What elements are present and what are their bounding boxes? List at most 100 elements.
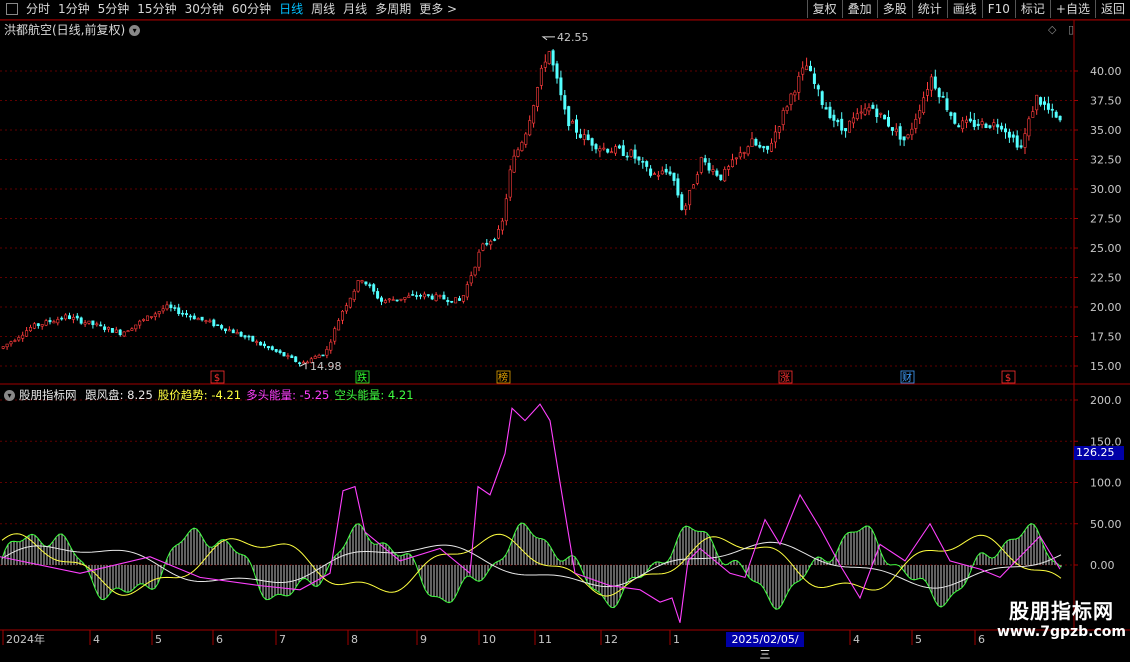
candle-body xyxy=(812,73,816,84)
candle-body xyxy=(984,123,988,128)
price-tick-label: 27.50 xyxy=(1090,213,1122,226)
event-marker: 财 xyxy=(902,371,912,384)
candle-body xyxy=(1035,94,1039,111)
candle-body xyxy=(980,121,984,125)
candle-body xyxy=(282,352,286,357)
candle-body xyxy=(976,123,980,126)
candle-body xyxy=(415,295,419,297)
indicator-tick-label: 50.00 xyxy=(1090,518,1122,531)
date-label: 8 xyxy=(351,633,358,646)
candle-body xyxy=(957,125,961,128)
candle-body xyxy=(633,149,637,159)
candle-body xyxy=(418,294,422,297)
candle-body xyxy=(185,313,189,315)
candle-body xyxy=(352,290,356,300)
candle-body xyxy=(1019,145,1023,148)
candle-body xyxy=(793,91,797,96)
candle-body xyxy=(914,119,918,129)
indicator-dropdown-icon[interactable]: ▾ xyxy=(4,390,15,401)
price-tick-label: 40.00 xyxy=(1090,65,1122,78)
watermark-url: www.7gpzb.com xyxy=(996,624,1126,640)
candle-body xyxy=(941,96,945,98)
candle-body xyxy=(134,324,138,330)
candle-body xyxy=(886,116,890,127)
candle-body xyxy=(395,299,399,302)
indicator-value: 股价趋势: -4.21 xyxy=(157,388,242,402)
candle-body xyxy=(387,298,391,301)
candle-body xyxy=(493,239,497,241)
price-tick-label: 20.00 xyxy=(1090,301,1122,314)
candle-body xyxy=(255,341,259,343)
indicator-name[interactable]: 股朋指标网 xyxy=(19,388,77,402)
indicator-tick-label: 100.0 xyxy=(1090,477,1122,490)
candle-body xyxy=(563,95,567,110)
candle-body xyxy=(99,324,103,327)
date-label: 5 xyxy=(155,633,162,646)
candle-body xyxy=(270,346,274,350)
event-marker: $ xyxy=(1005,373,1011,384)
candle-body xyxy=(9,341,13,345)
candle-body xyxy=(949,112,953,116)
candle-body xyxy=(797,76,801,93)
candle-body xyxy=(465,284,469,298)
candle-body xyxy=(961,120,965,129)
candle-body xyxy=(727,166,731,170)
candle-body xyxy=(621,145,625,156)
candle-body xyxy=(305,361,309,364)
candle-body xyxy=(641,160,645,163)
candle-body xyxy=(738,152,742,158)
candle-body xyxy=(411,294,415,296)
candle-body xyxy=(107,327,111,330)
candle-body xyxy=(36,323,40,327)
candle-body xyxy=(851,117,855,124)
price-tick-label: 25.00 xyxy=(1090,242,1122,255)
candle-body xyxy=(645,161,649,167)
indicator-tick-label: 200.0 xyxy=(1090,394,1122,407)
candle-body xyxy=(79,317,83,324)
candle-body xyxy=(516,149,520,157)
candle-body xyxy=(906,134,910,139)
candle-body xyxy=(364,281,368,285)
candle-body xyxy=(75,315,79,319)
candle-body xyxy=(372,284,376,292)
candle-body xyxy=(828,106,832,119)
price-tick-label: 30.00 xyxy=(1090,183,1122,196)
candle-body xyxy=(867,107,871,112)
candle-body xyxy=(52,321,56,324)
candle-body xyxy=(329,341,333,351)
candle-body xyxy=(169,304,173,308)
candle-body xyxy=(769,142,773,152)
candle-body xyxy=(808,65,812,72)
candle-body xyxy=(894,128,898,133)
candle-body xyxy=(910,128,914,136)
candle-body xyxy=(126,330,130,333)
date-label: 12 xyxy=(604,633,618,646)
candle-body xyxy=(454,297,458,304)
bull-energy-line xyxy=(0,403,1061,623)
candle-body xyxy=(208,320,212,323)
candle-body xyxy=(438,295,442,297)
candle-body xyxy=(972,119,976,127)
candle-body xyxy=(1058,115,1062,121)
selected-date-box: 2025/02/05/三 xyxy=(726,632,804,661)
event-marker: 榜 xyxy=(498,371,508,384)
candle-body xyxy=(1031,111,1035,118)
candle-body xyxy=(1007,131,1011,138)
candle-body xyxy=(1000,125,1004,130)
candle-body xyxy=(754,138,758,146)
low-price-label: 14.98 xyxy=(310,360,342,373)
candle-body xyxy=(524,133,528,145)
candle-body xyxy=(313,356,317,359)
candle-body xyxy=(368,284,372,287)
candle-body xyxy=(555,63,559,79)
candle-body xyxy=(988,125,992,128)
candle-body xyxy=(146,315,150,321)
candle-body xyxy=(356,280,360,292)
candle-body xyxy=(118,329,122,336)
candle-body xyxy=(450,300,454,303)
candle-body xyxy=(446,299,450,303)
candle-body xyxy=(13,340,17,342)
candle-body xyxy=(715,170,719,176)
candle-body xyxy=(216,324,220,326)
candle-body xyxy=(348,297,352,308)
